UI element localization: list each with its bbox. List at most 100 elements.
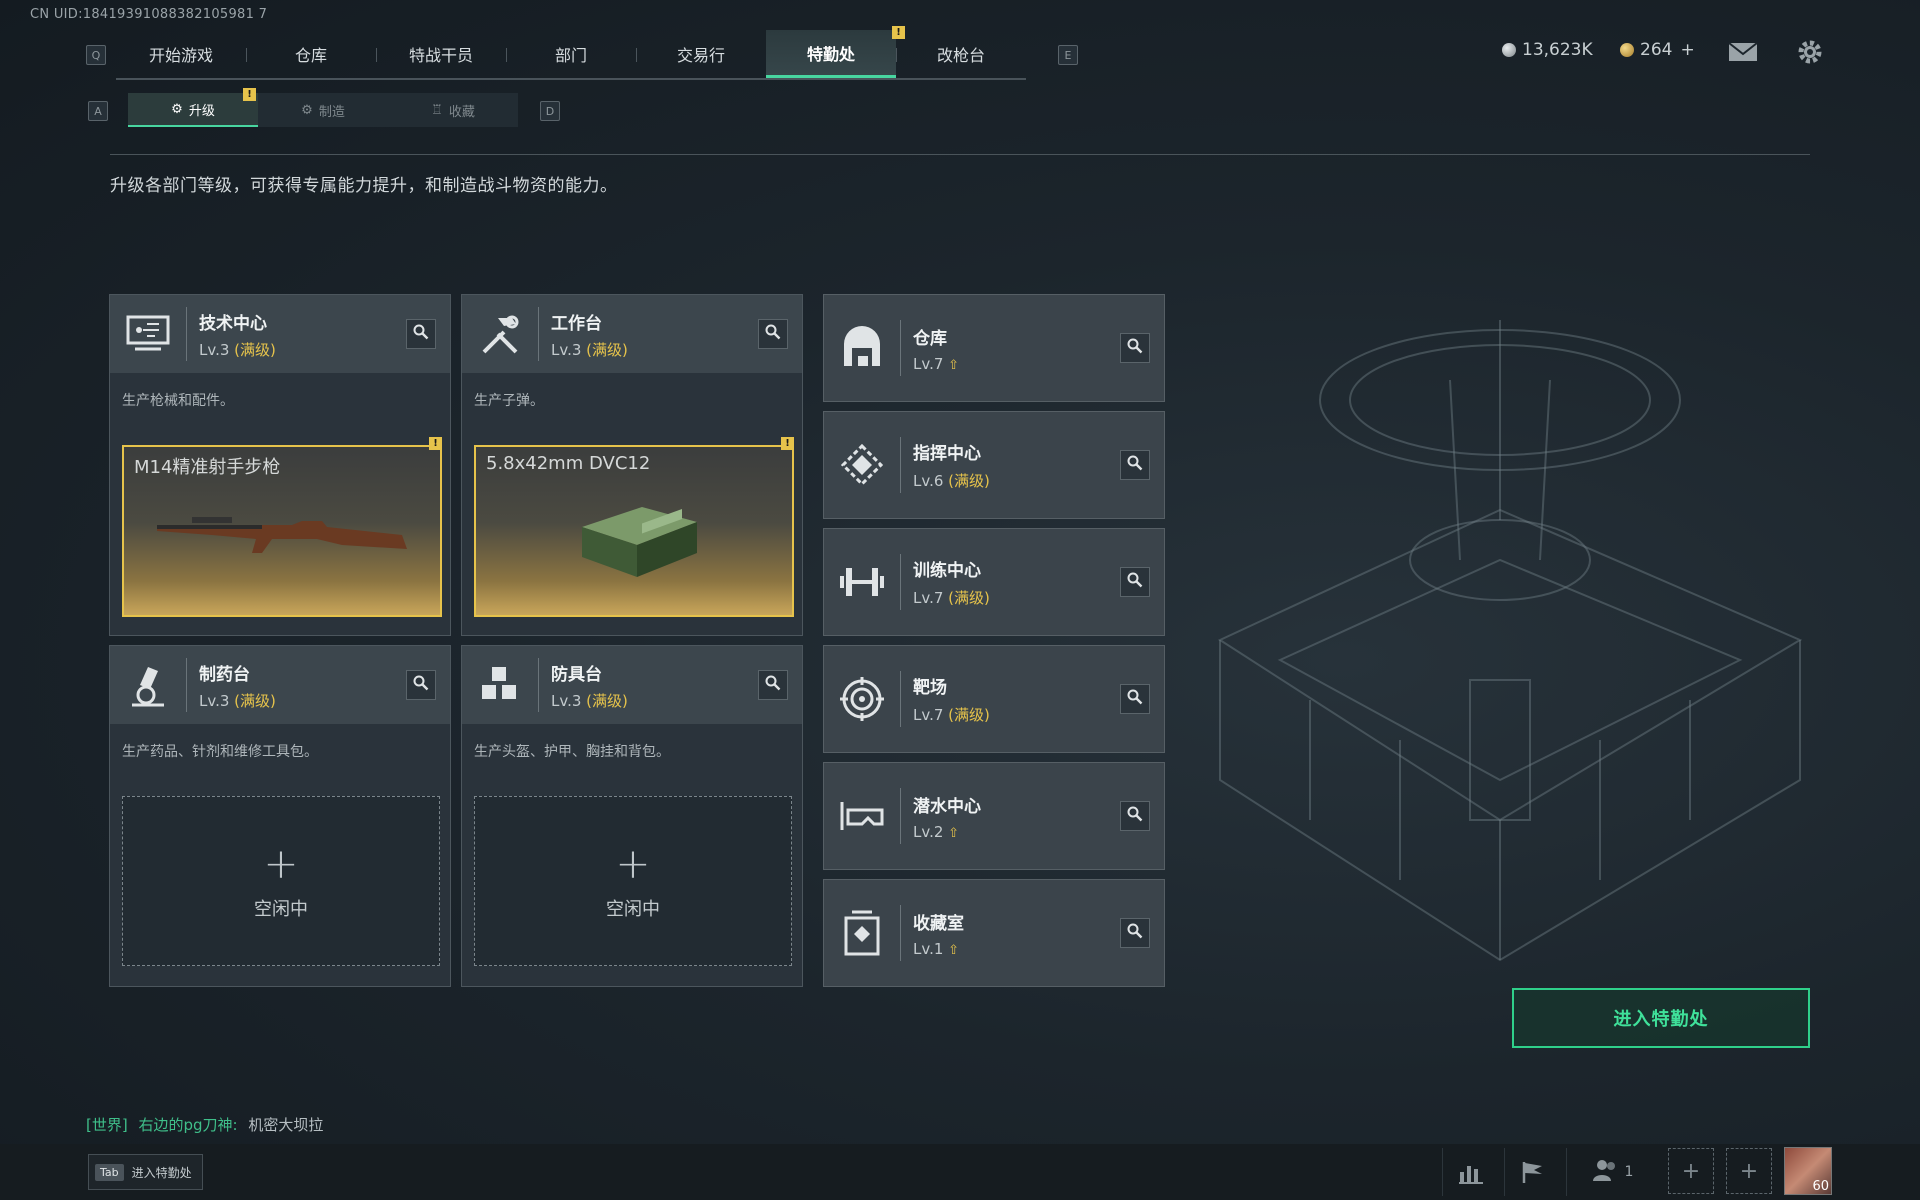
collection-icon: ♖ (431, 102, 443, 118)
gold-amount: 264 (1640, 40, 1673, 60)
facility-description: 生产头盔、护甲、胸挂和背包。 (474, 744, 670, 760)
max-level-label: (满级) (234, 340, 276, 359)
facility-level: Lv.2 (913, 822, 944, 841)
inspect-button[interactable] (1120, 333, 1150, 363)
mail-icon[interactable] (1728, 42, 1758, 66)
production-slot[interactable]: M14精准射手步枪 ! (122, 437, 442, 617)
facility-row-warehouse[interactable]: 仓库 Lv.7 ⇧ (823, 294, 1165, 402)
tab-shortcut[interactable]: Tab 进入特勤处 (88, 1154, 203, 1190)
ammo-box-image (582, 507, 697, 577)
facility-card-pharmacy[interactable]: 制药台 Lv.3 (满级) 生产药品、针剂和维修工具包。 + 空闲中 (109, 645, 451, 987)
facility-level: Lv.7 (913, 589, 944, 607)
tech-center-icon (110, 295, 186, 373)
command-center-icon (824, 443, 900, 487)
facility-level: Lv.6 (913, 472, 944, 490)
plus-icon: + (1668, 1148, 1714, 1194)
subtab-craft[interactable]: ⚙ 制造 (258, 93, 388, 127)
uid-label: CN UID:18419391088382105981 7 (30, 7, 268, 22)
inspect-button[interactable] (1120, 684, 1150, 714)
production-slot-empty[interactable]: + 空闲中 (122, 796, 440, 966)
production-slot-empty[interactable]: + 空闲中 (474, 796, 792, 966)
inspect-button[interactable] (1120, 567, 1150, 597)
facility-card-workbench[interactable]: 工作台 Lv.3 (满级) 生产子弹。 5.8x42mm DVC12 ! (461, 294, 803, 636)
divider (900, 671, 901, 727)
magnifier-icon (1127, 923, 1143, 943)
enter-special-ops-button[interactable]: 进入特勤处 (1512, 988, 1810, 1048)
subtab-upgrade[interactable]: ⚙ 升级 (128, 93, 258, 127)
magnifier-icon (1127, 572, 1143, 592)
tab-start-game[interactable]: 开始游戏 (116, 30, 246, 78)
pharmacy-icon (110, 646, 186, 724)
workbench-icon (462, 295, 538, 373)
tab-departments[interactable]: 部门 (506, 30, 636, 78)
tab-warehouse[interactable]: 仓库 (246, 30, 376, 78)
tab-operators[interactable]: 特战干员 (376, 30, 506, 78)
facility-row-training-center[interactable]: 训练中心 Lv.7 (满级) (823, 528, 1165, 636)
diving-center-icon (824, 798, 900, 834)
facility-title: 仓库 (913, 328, 947, 349)
facility-title: 工作台 (551, 313, 602, 334)
subnav-next-key[interactable]: D (540, 101, 560, 121)
tab-shortcut-label: 进入特勤处 (131, 1165, 192, 1180)
chat-user: 右边的pg刀神: (138, 1116, 238, 1134)
facility-description: 生产枪械和配件。 (122, 393, 234, 409)
player-avatar[interactable]: 60 (1784, 1147, 1832, 1195)
facility-row-diving-center[interactable]: 潜水中心 Lv.2 ⇧ (823, 762, 1165, 870)
facility-row-command-center[interactable]: 指挥中心 Lv.6 (满级) (823, 411, 1165, 519)
add-production-icon: + (263, 839, 299, 888)
facility-title: 指挥中心 (913, 444, 981, 464)
inspect-button[interactable] (758, 319, 788, 349)
nav-prev-key[interactable]: Q (86, 45, 106, 65)
facility-level: Lv.7 (913, 706, 944, 724)
add-gold-button[interactable]: + (1680, 40, 1694, 60)
production-slot[interactable]: 5.8x42mm DVC12 ! (474, 437, 794, 617)
facility-card-armor-bench[interactable]: 防具台 Lv.3 (满级) 生产头盔、护甲、胸挂和背包。 + 空闲中 (461, 645, 803, 987)
facility-title: 制药台 (199, 664, 250, 685)
inspect-button[interactable] (1120, 918, 1150, 948)
plus-icon: + (1726, 1148, 1772, 1194)
facility-row-shooting-range[interactable]: 靶场 Lv.7 (满级) (823, 645, 1165, 753)
magnifier-icon (1127, 689, 1143, 709)
magnifier-icon (413, 675, 429, 695)
nav-next-key[interactable]: E (1058, 45, 1078, 65)
tab-market[interactable]: 交易行 (636, 30, 766, 78)
inspect-button[interactable] (406, 670, 436, 700)
divider (900, 788, 901, 844)
warehouse-icon (824, 326, 900, 370)
facility-row-collection-room[interactable]: 收藏室 Lv.1 ⇧ (823, 879, 1165, 987)
settings-gear-icon[interactable] (1796, 38, 1824, 70)
facility-level: Lv.3 (551, 691, 582, 710)
upgrade-arrow-icon: ⇧ (948, 357, 960, 373)
tab-special-ops[interactable]: 特勤处 (766, 30, 896, 78)
facility-card-tech-center[interactable]: 技术中心 Lv.3 (满级) 生产枪械和配件。 M14精准射手步枪 ! (109, 294, 451, 636)
tab-gunsmith[interactable]: 改枪台 (896, 30, 1026, 78)
magnifier-icon (1127, 806, 1143, 826)
chat-line[interactable]: [世界] 右边的pg刀神: 机密大坝拉 (86, 1114, 323, 1135)
tab-key: Tab (95, 1163, 124, 1181)
inspect-button[interactable] (406, 319, 436, 349)
magnifier-icon (413, 324, 429, 344)
inspect-button[interactable] (1120, 801, 1150, 831)
upgrade-arrow-icon: ⇧ (948, 942, 960, 958)
divider (900, 554, 901, 610)
base-blueprint-illustration (1217, 320, 1803, 962)
rifle-image (157, 517, 407, 553)
add-party-slot-2[interactable]: + (1726, 1148, 1772, 1194)
inspect-button[interactable] (1120, 450, 1150, 480)
subtab-collection[interactable]: ♖ 收藏 (388, 93, 518, 127)
currency-gold[interactable]: 264 + (1620, 40, 1695, 60)
subnav-prev-key[interactable]: A (88, 101, 108, 121)
training-center-icon (824, 564, 900, 600)
friends-button[interactable]: 1 (1566, 1148, 1657, 1196)
flag-icon[interactable] (1504, 1148, 1561, 1196)
add-party-slot-1[interactable]: + (1668, 1148, 1714, 1194)
inspect-button[interactable] (758, 670, 788, 700)
magnifier-icon (1127, 455, 1143, 475)
gold-coin-icon (1620, 43, 1634, 57)
subtab-collection-label: 收藏 (448, 104, 475, 120)
currency-silver[interactable]: 13,623K (1502, 40, 1593, 60)
divider (900, 320, 901, 376)
magnifier-icon (1127, 338, 1143, 358)
stats-icon[interactable] (1442, 1148, 1499, 1196)
divider (538, 658, 539, 712)
